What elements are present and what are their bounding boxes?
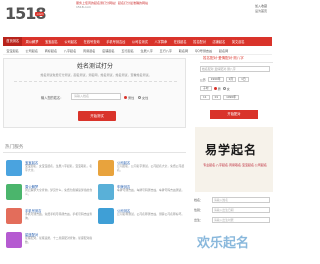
nav-item[interactable]: 店铺起名	[209, 39, 228, 44]
pairing-header: 姓名配对·爱情配对·测八字	[200, 53, 273, 63]
service-icon	[6, 184, 22, 200]
pairing-name-input[interactable]: 姓名配对·爱情配对·测八字	[200, 66, 270, 72]
service-icon	[6, 208, 22, 224]
site-logo[interactable]: 1518 .com	[5, 4, 47, 23]
service-icon	[98, 160, 114, 176]
service-icon	[6, 160, 22, 176]
nav-item[interactable]: 八字算命	[151, 39, 170, 44]
top-ad[interactable]: 服务上佳周的起名测打分网站！起名打分最准确的网站 1518.com	[76, 1, 194, 14]
subnav-item[interactable]: 商标起名	[41, 48, 60, 53]
service-card[interactable]: 公司起名 公司起名，公司名字测试，公司起名大全，免费公司起名。	[98, 160, 186, 184]
service-card[interactable]: 手机号测吉 手机号测吉凶，免费手机号码测吉凶，手机号码吉凶查询。	[6, 208, 94, 232]
main-nav: 首页测名 周公解梦 宝宝起名 公司起名 在线号查询 手机号测吉凶 公司名测试 八字算命 在线起名…	[3, 37, 272, 46]
nav-item[interactable]: 公司名测试	[129, 39, 152, 44]
nav-item[interactable]: 周公解梦	[22, 39, 41, 44]
set-homepage-link[interactable]: 设为首页	[255, 9, 273, 14]
select-c[interactable]: 1990年	[223, 95, 240, 100]
naming-banner[interactable]: 易学起名 专业起名·八字起名·周易取名·宝宝起名·公司起名	[195, 127, 273, 192]
subnav-item[interactable]: 取名网	[175, 48, 191, 53]
top-ad-line2: 1518.com	[76, 5, 91, 10]
form-gender-input[interactable]: 请输入出生日期	[212, 207, 270, 213]
brand-watermark: 欢乐起名	[197, 236, 250, 251]
radio-selected-icon	[124, 96, 127, 99]
divider	[14, 81, 177, 82]
test-description: 姓名测试免费打分测试，起名测试，测名网，姓名测试，姓名测试，查看姓名测试。	[40, 73, 152, 77]
subnav-item[interactable]: QQ号测吉凶	[191, 48, 215, 53]
service-card[interactable]: 公司测名 公司名称测试，公司名称测吉凶，测算公司名称好坏。	[98, 208, 186, 232]
hour-select[interactable]: 子时	[200, 86, 212, 91]
gender-male-label: 男性	[128, 96, 135, 100]
start-pairing-button[interactable]: 开始配对	[210, 110, 258, 119]
service-description: 星座配对，星座运势，十二星座配对查询，星座配对指数。	[25, 236, 93, 244]
radio-unselected-icon	[138, 96, 141, 99]
radio-selected-icon	[213, 87, 217, 90]
male-label: 男	[217, 87, 221, 91]
service-icon	[98, 208, 114, 224]
service-description: 公司起名，公司名字测试，公司起名大全，免费公司起名。	[117, 164, 185, 172]
service-description: 车牌号测吉凶，车牌号码测吉凶，车牌号码吉凶测试。	[117, 188, 185, 192]
nav-item[interactable]: 在线号查询	[80, 39, 103, 44]
day-select[interactable]: 1日	[238, 77, 249, 82]
nav-item[interactable]: 英文起名	[229, 39, 248, 44]
subnav-item[interactable]: 店铺起名	[99, 48, 118, 53]
gender-female-radio[interactable]: 女性	[138, 95, 148, 100]
service-description: 手机号测吉凶，免费手机号码测吉凶，手机号码吉凶查询。	[25, 212, 93, 220]
subnav-item[interactable]: 八字起名	[60, 48, 79, 53]
name-input[interactable]: 请输入姓名	[71, 93, 121, 100]
service-card[interactable]: 宝宝起名 宝宝起名，女宝宝起名，生辰八字起名，宝宝取名，名字大全。	[6, 160, 94, 184]
name-test-panel: 姓名测试打分 姓名测试免费打分测试，起名测试，测名网，姓名测试，姓名测试，查看姓…	[3, 58, 186, 128]
top-right-links: 加入收藏 设为首页	[255, 4, 273, 13]
female-radio[interactable]: 女	[222, 86, 230, 91]
nav-item[interactable]: 宝宝起名	[42, 39, 61, 44]
service-card[interactable]: 周公解梦 周公解梦大全查询，梦见什么，免费为您解读梦境的含义。	[6, 184, 94, 208]
subnav-item[interactable]: 五行八字	[156, 48, 175, 53]
subnav-item[interactable]: 宝宝起名	[3, 48, 22, 53]
year-select[interactable]: 1990年	[207, 77, 224, 82]
banner-subtitle: 专业起名·八字起名·周易取名·宝宝起名·公司起名	[203, 163, 267, 167]
subnav-item[interactable]: 五行起名	[118, 48, 137, 53]
form-name-input[interactable]: 请输入姓名	[212, 197, 270, 203]
service-card[interactable]: 星座配对 星座配对，星座运势，十二星座配对查询，星座配对指数。	[6, 232, 94, 256]
nav-item[interactable]: 姓名配对	[190, 39, 209, 44]
gender-male-radio[interactable]: 男性	[124, 95, 134, 100]
service-icon	[98, 184, 114, 200]
test-title: 姓名测试打分	[76, 63, 113, 70]
logo-com-badge: .com	[35, 12, 45, 16]
nav-item[interactable]: 手机号测吉凶	[103, 39, 129, 44]
form-name-label: 姓名：	[194, 198, 204, 202]
service-card[interactable]: 车牌测吉 车牌号测吉凶，车牌号码测吉凶，车牌号码吉凶测试。	[98, 184, 186, 208]
service-icon	[6, 232, 22, 248]
service-description: 宝宝起名，女宝宝起名，生辰八字起名，宝宝取名，名字大全。	[25, 164, 93, 172]
banner-calligraphy: 易学起名	[205, 143, 258, 157]
radio-unselected-icon	[222, 87, 226, 90]
gender-female-label: 女性	[142, 96, 149, 100]
male-radio[interactable]: 男	[213, 86, 221, 91]
select-b[interactable]: 01	[211, 95, 222, 100]
service-description: 周公解梦大全查询，梦见什么，免费为您解读梦境的含义。	[25, 188, 93, 196]
subnav-item[interactable]: 生辰八字	[137, 48, 156, 53]
form-birth-label: 出生：	[194, 218, 204, 222]
month-select[interactable]: 1月	[225, 77, 237, 82]
subnav-item[interactable]: 公司起名	[22, 48, 41, 53]
select-a[interactable]: 11	[200, 95, 210, 100]
service-description: 公司名称测试，公司名称测吉凶，测算公司名称好坏。	[117, 212, 185, 216]
calendar-type-label: 公历	[200, 77, 206, 82]
subnav-item[interactable]: 起名网	[216, 48, 232, 53]
name-label: 输入您的姓名：	[41, 96, 64, 100]
form-gender-label: 性别：	[194, 208, 204, 212]
nav-item[interactable]: 在线起名	[171, 39, 190, 44]
nav-item[interactable]: 首页测名	[3, 37, 23, 46]
pairing-row-3: 11 01 1990年	[200, 95, 240, 100]
subnav-item[interactable]: 周易起名	[80, 48, 99, 53]
nav-item[interactable]: 公司起名	[61, 39, 80, 44]
hot-services-title: 热门服务	[3, 143, 186, 153]
pairing-row-1: 公历 1990年 1月 1日	[200, 77, 249, 82]
pairing-row-2: 子时 男 女	[200, 86, 230, 91]
form-birth-input[interactable]: 请输入出生时辰	[212, 217, 270, 223]
start-test-button[interactable]: 开始测试	[78, 111, 116, 121]
female-label: 女	[226, 87, 230, 91]
